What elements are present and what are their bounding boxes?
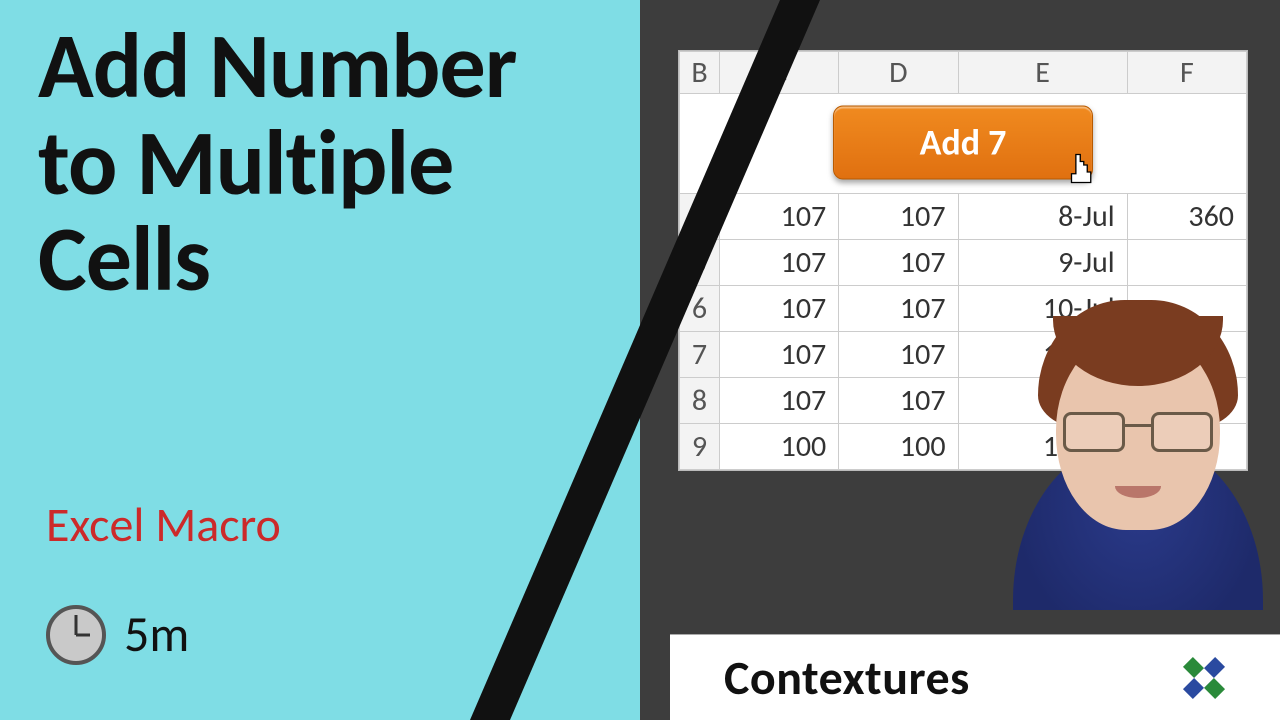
col-header-C[interactable]: C — [720, 52, 839, 94]
cell[interactable]: 9-Jul — [958, 240, 1127, 286]
contextures-logo-icon — [1176, 650, 1232, 706]
cell[interactable]: 107 — [839, 378, 958, 424]
add-7-button[interactable]: Add 7 — [833, 105, 1093, 179]
column-header-row: B C D E F — [680, 52, 1247, 94]
cell[interactable]: 107 — [839, 240, 958, 286]
cell[interactable]: 107 — [720, 332, 839, 378]
cell[interactable]: 107 — [720, 286, 839, 332]
clock-icon — [46, 605, 106, 665]
row-header[interactable]: 6 — [680, 286, 720, 332]
cell[interactable]: 8-Jul — [958, 194, 1127, 240]
add-7-button-label: Add 7 — [920, 120, 1007, 164]
main-title: Add Number to Multiple Cells — [38, 18, 516, 308]
duration-text: 5m — [124, 604, 189, 665]
duration-row: 5m — [46, 604, 189, 665]
row-header[interactable]: 9 — [680, 424, 720, 470]
title-panel: Add Number to Multiple Cells Excel Macro… — [0, 0, 640, 720]
row-header[interactable]: 5 — [680, 240, 720, 286]
row-header[interactable]: 7 — [680, 332, 720, 378]
cell[interactable]: 107 — [720, 378, 839, 424]
cell[interactable]: 107 — [720, 194, 839, 240]
cell[interactable]: 100 — [839, 424, 958, 470]
cell[interactable] — [1127, 240, 1246, 286]
cell[interactable]: 100 — [720, 424, 839, 470]
cell[interactable]: 107 — [720, 240, 839, 286]
row-header[interactable] — [680, 194, 720, 240]
row-header[interactable]: 8 — [680, 378, 720, 424]
col-header-E[interactable]: E — [958, 52, 1127, 94]
link-cursor-icon — [1068, 152, 1096, 184]
brand-bar: Contextures — [670, 634, 1280, 720]
cell[interactable]: 107 — [839, 332, 958, 378]
button-row: Add 7 — [680, 94, 1247, 194]
subtitle: Excel Macro — [46, 495, 281, 554]
table-row: 5 107 107 9-Jul — [680, 240, 1247, 286]
table-row: 107 107 8-Jul 360 — [680, 194, 1247, 240]
col-header-F[interactable]: F — [1127, 52, 1246, 94]
brand-name: Contextures — [724, 648, 970, 707]
cell[interactable]: 107 — [839, 194, 958, 240]
cell[interactable]: 107 — [839, 286, 958, 332]
presenter-photo — [1002, 286, 1274, 610]
col-header-B[interactable]: B — [680, 52, 720, 94]
title-line-3: Cells — [38, 202, 210, 315]
col-header-D[interactable]: D — [839, 52, 958, 94]
cell[interactable]: 360 — [1127, 194, 1246, 240]
